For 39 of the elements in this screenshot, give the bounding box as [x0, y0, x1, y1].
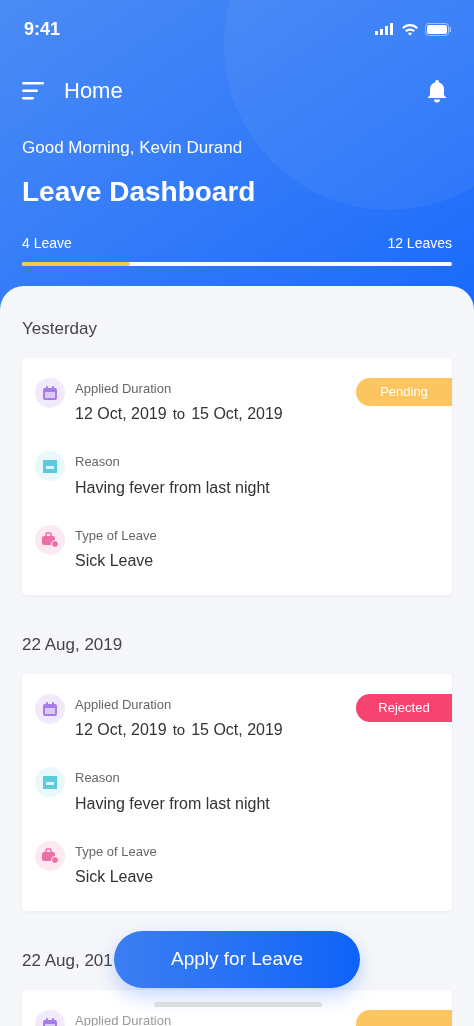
field-label: Applied Duration — [75, 379, 173, 398]
briefcase-icon — [35, 524, 65, 555]
note-icon — [35, 767, 65, 797]
field-value: Having fever from last night — [75, 477, 270, 498]
calendar-icon — [35, 693, 65, 724]
group-date: 22 Aug, 2019 — [22, 634, 123, 656]
group-date: Yesterday — [22, 318, 97, 340]
joiner-text: to — [172, 404, 186, 424]
field-label: Type of Leave — [75, 842, 157, 861]
field-value: Sick Leave — [75, 867, 155, 887]
start-date: 12 Oct, 2019 — [75, 720, 167, 740]
notification-button[interactable] — [426, 78, 448, 103]
total-leave-label: 12 Leaves — [387, 233, 452, 253]
menu-button[interactable] — [22, 80, 46, 101]
field-label: Type of Leave — [75, 526, 157, 545]
group-date: 22 Aug, 201 — [22, 950, 113, 972]
status-time: 9:41 — [23, 17, 61, 41]
battery-icon — [425, 22, 452, 36]
field-label: Applied Duration — [75, 695, 173, 714]
field-value: Having fever from last night — [75, 793, 270, 814]
calendar-icon — [35, 377, 65, 408]
note-icon — [35, 451, 65, 481]
field-label: Reason — [75, 453, 121, 471]
apply-leave-button[interactable]: Apply for Leave — [114, 931, 360, 988]
signal-icon — [375, 23, 395, 35]
start-date: 12 Oct, 2019 — [75, 404, 167, 424]
field-value: Sick Leave — [75, 551, 155, 571]
greeting-text: Good Morning, Kevin Durand — [22, 137, 244, 159]
joiner-text: to — [172, 720, 186, 740]
dashboard-heading: Leave Dashboard — [22, 174, 257, 209]
end-date: 15 Oct, 2019 — [191, 404, 283, 424]
briefcase-icon — [35, 840, 65, 871]
status-badge: Pending — [356, 377, 452, 406]
end-date: 15 Oct, 2019 — [191, 720, 283, 740]
page-title: Home — [64, 77, 123, 105]
wifi-icon — [401, 22, 419, 36]
field-label: Reason — [75, 769, 121, 787]
used-leave-label: 4 Leave — [22, 233, 72, 253]
status-badge: Rejected — [356, 693, 452, 722]
